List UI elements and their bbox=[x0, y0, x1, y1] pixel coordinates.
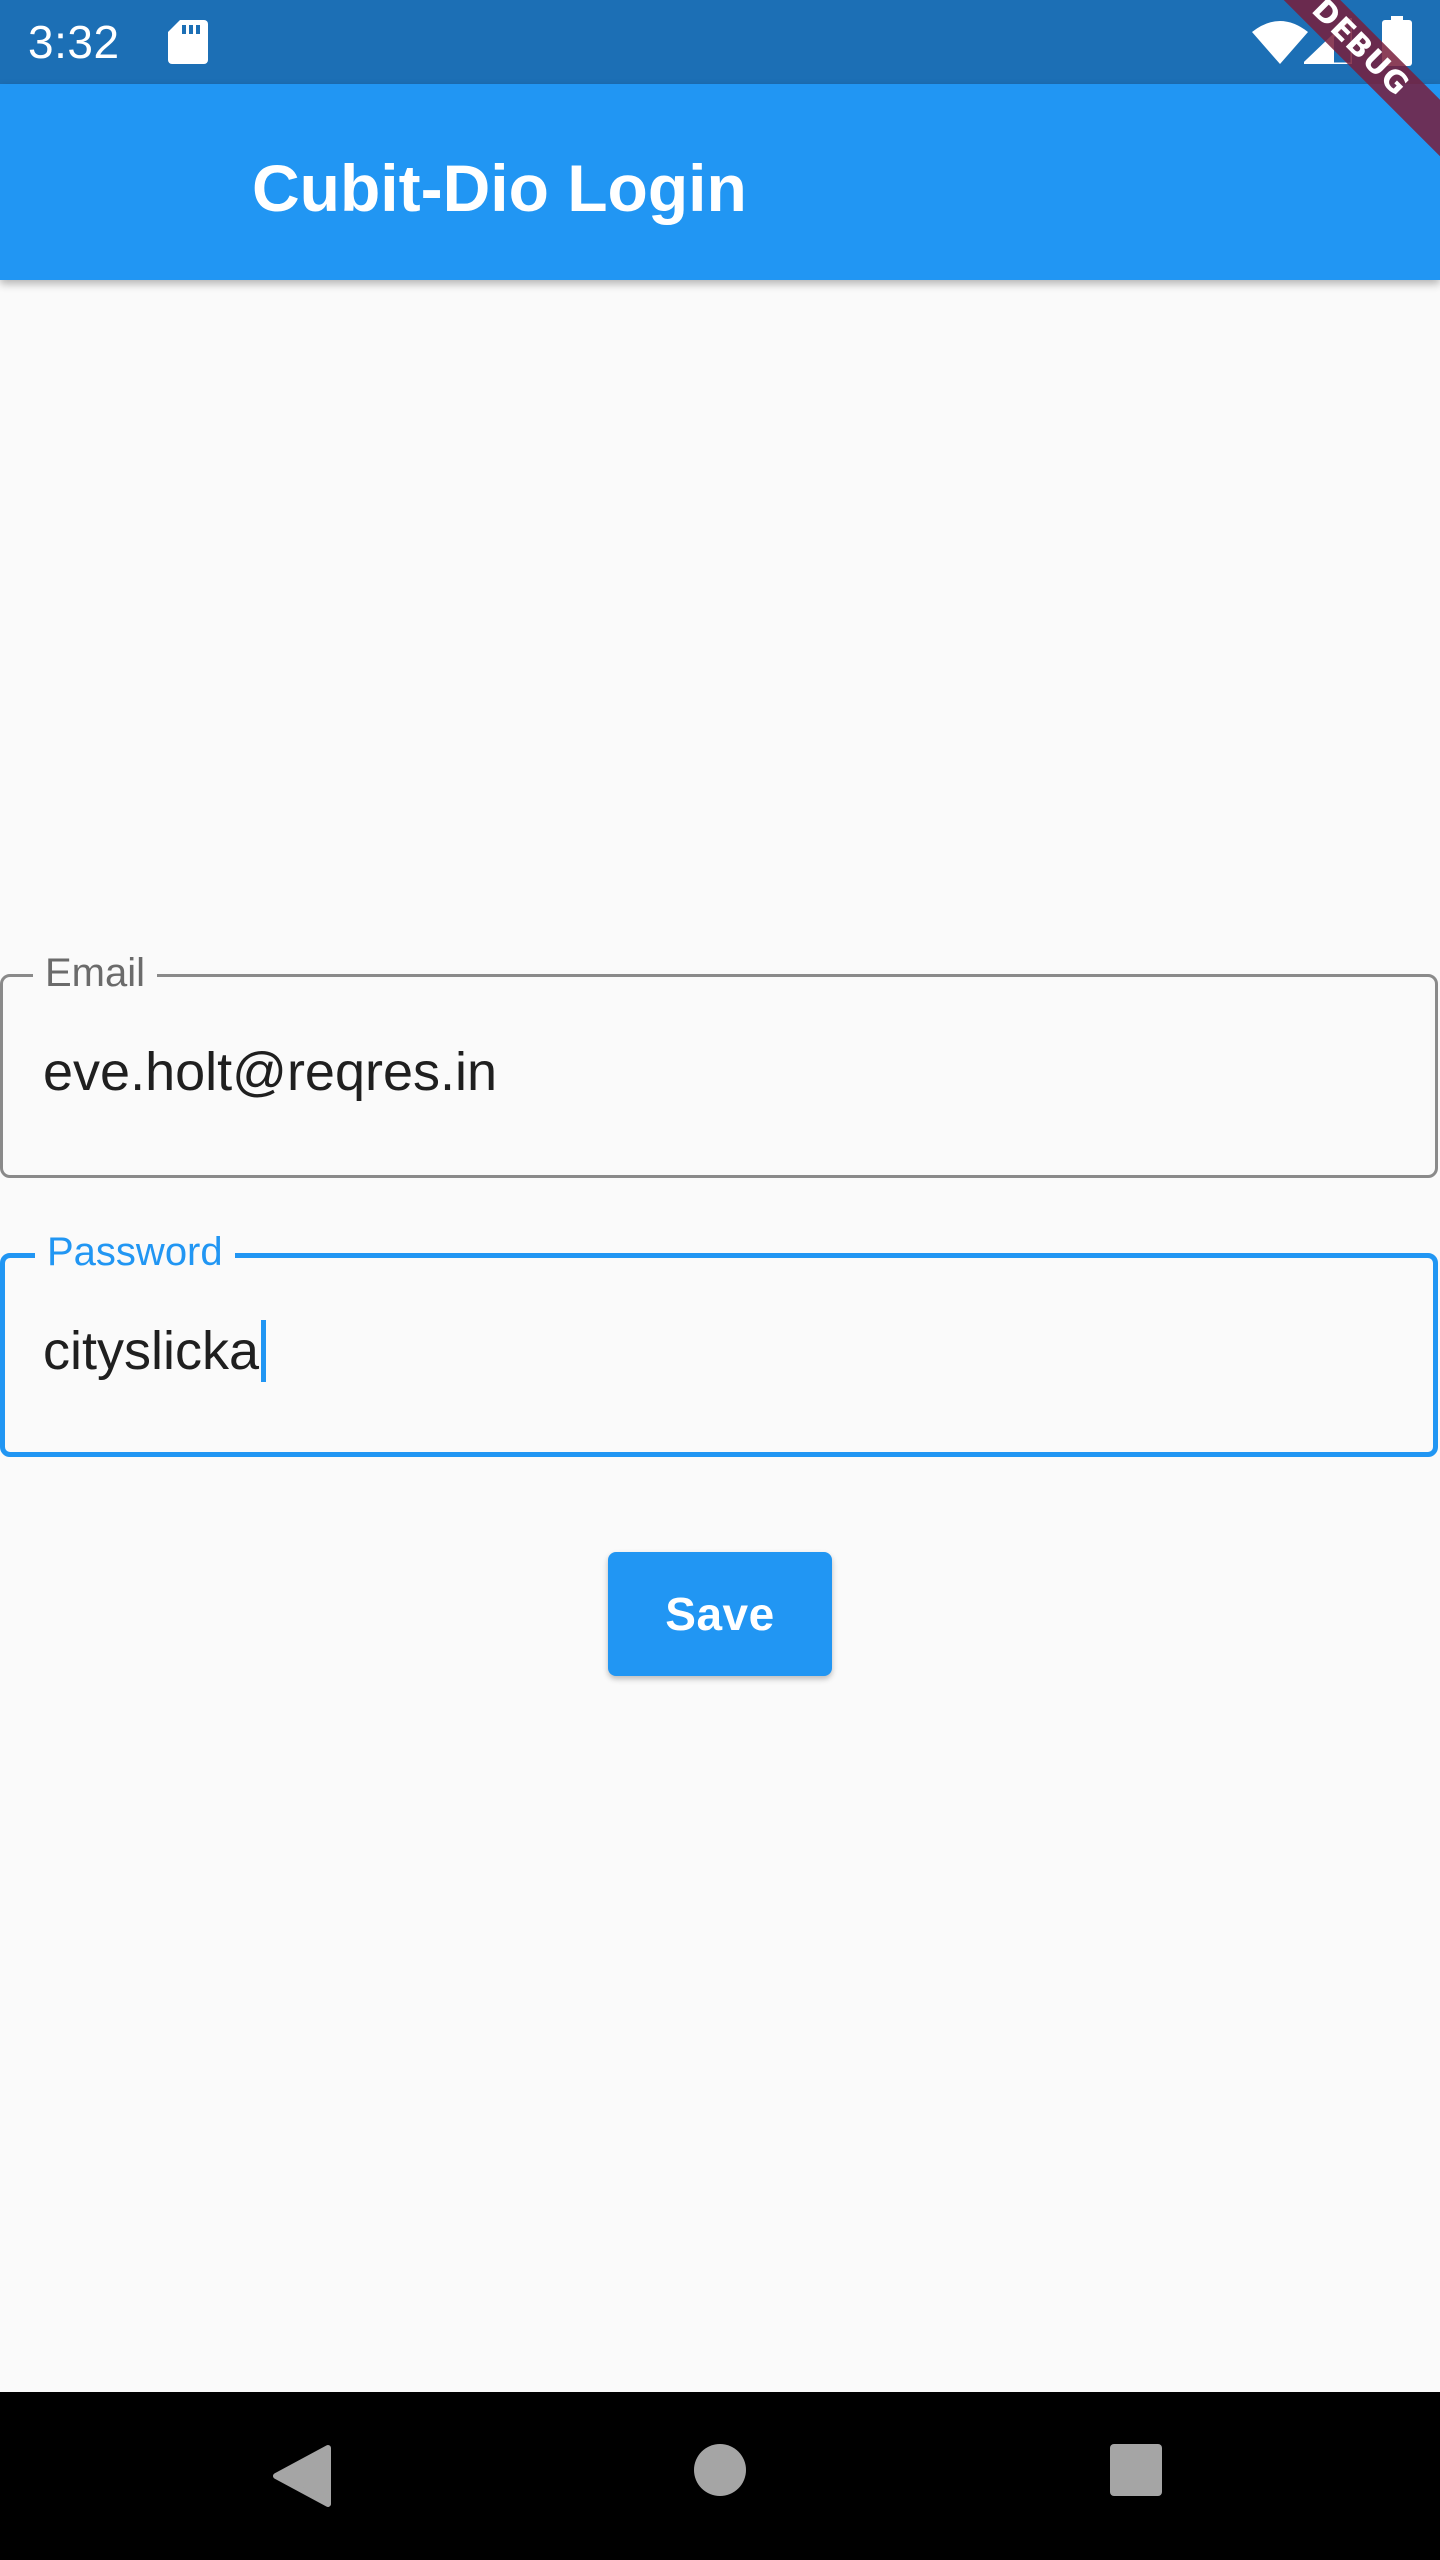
recents-icon[interactable] bbox=[1110, 2444, 1162, 2496]
home-icon[interactable] bbox=[694, 2444, 746, 2496]
email-field[interactable]: Email eve.holt@reqres.in bbox=[0, 947, 1438, 1178]
email-value: eve.holt@reqres.in bbox=[43, 1042, 498, 1102]
wifi-icon bbox=[1252, 21, 1308, 64]
password-value: cityslicka bbox=[43, 1321, 260, 1381]
app-title: Cubit-Dio Login bbox=[252, 151, 747, 225]
status-time: 3:32 bbox=[28, 16, 120, 68]
status-bar: 3:32 bbox=[0, 0, 1440, 84]
password-value-wrap: cityslicka bbox=[43, 1316, 267, 1386]
password-field[interactable]: Password cityslicka bbox=[0, 1226, 1438, 1457]
email-label: Email bbox=[33, 947, 158, 999]
screen: 3:32 DEBUG Cubit-Dio Login Email eve.hol… bbox=[0, 0, 1440, 2560]
save-button[interactable]: Save bbox=[608, 1552, 832, 1676]
app-bar: Cubit-Dio Login bbox=[0, 84, 1440, 280]
back-icon[interactable] bbox=[272, 2444, 332, 2508]
sd-card-icon bbox=[168, 20, 208, 64]
nav-bar bbox=[0, 2392, 1440, 2560]
text-cursor bbox=[261, 1319, 267, 1382]
password-label: Password bbox=[35, 1226, 235, 1278]
